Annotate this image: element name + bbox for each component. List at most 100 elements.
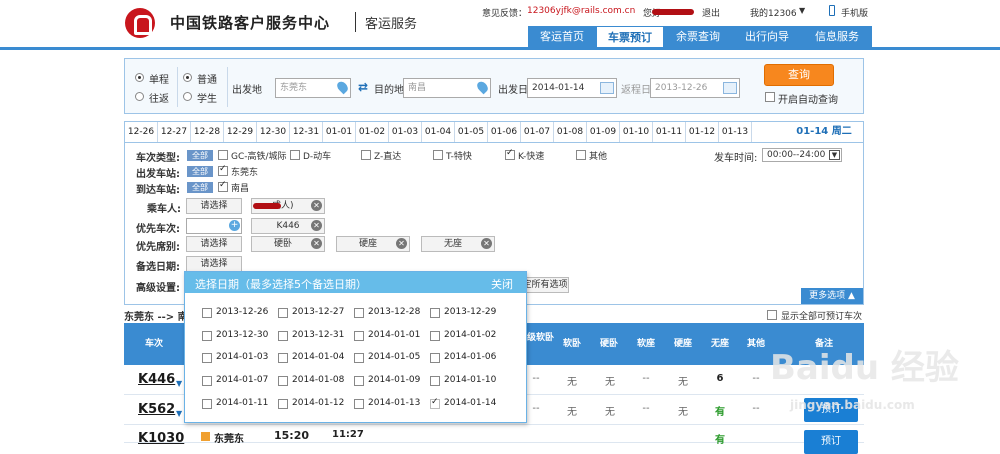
all-from-stations-button[interactable]: 全部: [187, 166, 213, 177]
popup-close-link[interactable]: 关闭: [491, 276, 513, 292]
nav-remaining-tickets[interactable]: 余票查询: [664, 26, 732, 48]
chevron-up-icon: ▲: [847, 291, 855, 301]
date-checkbox[interactable]: [354, 376, 364, 386]
site-title: 中国铁路客户服务中心: [170, 14, 331, 32]
date-tab[interactable]: 12-31: [290, 122, 323, 142]
show-all-label: 显示全部可预订车次: [781, 312, 863, 322]
date-tab[interactable]: 12-28: [191, 122, 224, 142]
date-checkbox[interactable]: [354, 399, 364, 409]
remove-train-icon[interactable]: ✕: [311, 220, 322, 231]
nav-ticket-booking[interactable]: 车票预订: [596, 26, 664, 48]
date-tab[interactable]: 01-13: [719, 122, 752, 142]
date-checkbox[interactable]: [202, 376, 212, 386]
type-normal-radio[interactable]: [183, 73, 192, 82]
date-tab[interactable]: 01-04: [422, 122, 455, 142]
type-t-checkbox[interactable]: [433, 150, 443, 160]
date-tab[interactable]: 01-10: [620, 122, 653, 142]
date-tab[interactable]: 01-08: [554, 122, 587, 142]
date-checkbox[interactable]: [278, 399, 288, 409]
feedback-email-link[interactable]: 12306yjfk@rails.com.cn: [527, 6, 635, 16]
nav-travel-guide[interactable]: 出行向导: [732, 26, 802, 48]
all-to-stations-button[interactable]: 全部: [187, 182, 213, 193]
type-k-checkbox[interactable]: [505, 148, 515, 160]
query-button[interactable]: 查询: [764, 64, 834, 86]
date-tab[interactable]: 12-26: [125, 122, 158, 142]
train-number-link[interactable]: K446: [138, 372, 175, 387]
date-tab[interactable]: 01-05: [455, 122, 488, 142]
remove-passenger-icon[interactable]: ✕: [311, 200, 322, 211]
seat-cell: 无: [678, 407, 688, 418]
type-gc-checkbox[interactable]: [218, 150, 228, 160]
date-checkbox[interactable]: [354, 308, 364, 318]
from-station-checkbox[interactable]: [218, 164, 228, 176]
date-tab[interactable]: 01-02: [356, 122, 389, 142]
logout-link[interactable]: 退出: [702, 6, 720, 19]
trip-return-radio[interactable]: [135, 92, 144, 101]
date-checkbox[interactable]: [430, 331, 440, 341]
type-z-checkbox[interactable]: [361, 150, 371, 160]
date-checkbox[interactable]: [202, 353, 212, 363]
book-button[interactable]: 预订: [804, 430, 858, 454]
auto-query-checkbox[interactable]: [765, 92, 775, 102]
select-seat-button[interactable]: 请选择: [186, 236, 242, 252]
date-tab[interactable]: 12-27: [158, 122, 191, 142]
nav-home[interactable]: 客运首页: [528, 26, 596, 48]
date-tab[interactable]: 01-06: [488, 122, 521, 142]
to-station-filter-value: 南昌: [231, 184, 250, 194]
more-options-button[interactable]: 更多选项 ▲: [801, 288, 863, 304]
chevron-down-icon[interactable]: ▼: [829, 150, 840, 160]
type-d-checkbox[interactable]: [290, 150, 300, 160]
to-station-checkbox[interactable]: [218, 180, 228, 192]
date-tab[interactable]: 01-11: [653, 122, 686, 142]
swap-arrows-icon[interactable]: ⇄: [358, 80, 368, 94]
date-checkbox[interactable]: [354, 331, 364, 341]
date-checkbox[interactable]: [202, 331, 212, 341]
date-checkbox[interactable]: [430, 353, 440, 363]
nav-info-service[interactable]: 信息服务: [802, 26, 872, 48]
all-types-button[interactable]: 全部: [187, 150, 213, 161]
remove-seat-icon[interactable]: ✕: [311, 238, 322, 249]
title-divider: [355, 12, 356, 32]
date-tab[interactable]: 01-07: [521, 122, 554, 142]
trip-oneway-radio[interactable]: [135, 73, 144, 82]
expand-stops-icon[interactable]: ▼: [176, 379, 182, 388]
type-other-checkbox[interactable]: [576, 150, 586, 160]
date-checkbox[interactable]: [278, 376, 288, 386]
site-header: 中国铁路客户服务中心 客运服务 意见反馈： 12306yjfk@rails.co…: [0, 0, 1000, 50]
date-checkbox[interactable]: [202, 399, 212, 409]
date-tab[interactable]: 01-09: [587, 122, 620, 142]
date-tab[interactable]: 12-30: [257, 122, 290, 142]
date-checkbox[interactable]: [278, 308, 288, 318]
remove-seat-icon[interactable]: ✕: [481, 238, 492, 249]
site-subtitle: 客运服务: [365, 17, 418, 32]
select-backup-date-button[interactable]: 请选择: [186, 256, 242, 272]
date-checkbox[interactable]: [430, 308, 440, 318]
select-passenger-button[interactable]: 请选择: [186, 198, 242, 214]
date-tab[interactable]: 12-29: [224, 122, 257, 142]
remove-seat-icon[interactable]: ✕: [396, 238, 407, 249]
date-tab[interactable]: 01-01: [323, 122, 356, 142]
show-all-checkbox[interactable]: [767, 310, 777, 320]
date-tab[interactable]: 01-12: [686, 122, 719, 142]
calendar-icon[interactable]: [723, 82, 737, 94]
date-current[interactable]: 01-14 周二: [785, 122, 863, 142]
type-student-radio[interactable]: [183, 92, 192, 101]
chevron-down-icon[interactable]: ▼: [799, 6, 805, 15]
train-number-link[interactable]: K562: [138, 402, 175, 417]
date-checkbox[interactable]: [354, 353, 364, 363]
date-checkbox[interactable]: [278, 353, 288, 363]
expand-stops-icon[interactable]: ▼: [176, 409, 182, 418]
date-tab[interactable]: 01-03: [389, 122, 422, 142]
date-checkbox[interactable]: [278, 331, 288, 341]
trip-return-label: 往返: [149, 94, 169, 105]
train-number-link[interactable]: K1030: [138, 431, 184, 446]
route-summary: 东莞东 --> 南: [124, 312, 188, 323]
date-checkbox[interactable]: [202, 308, 212, 318]
lock-all-options-button[interactable]: 定所有选项: [521, 277, 569, 293]
my12306-link[interactable]: 我的12306: [750, 6, 797, 19]
add-train-icon[interactable]: +: [229, 220, 240, 231]
mobile-version-link[interactable]: 手机版: [841, 6, 868, 19]
railway-logo-icon: [125, 8, 155, 38]
calendar-icon[interactable]: [600, 82, 614, 94]
date-checkbox[interactable]: [430, 376, 440, 386]
